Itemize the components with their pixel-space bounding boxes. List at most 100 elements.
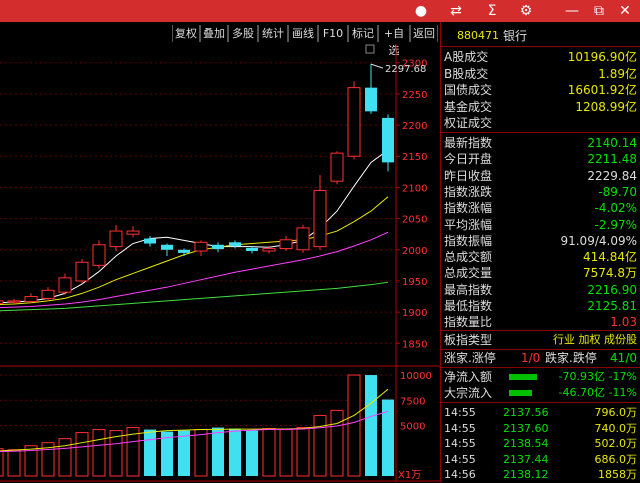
index-info-row: 指数涨跌 -89.70 xyxy=(441,184,640,200)
candle-body xyxy=(296,227,310,251)
index-info-row-value: 7574.8万 xyxy=(583,266,637,281)
turnover-row-label: 基金成交 xyxy=(444,99,493,114)
transfer-icon[interactable]: ⇄ xyxy=(447,2,465,20)
volume-unit-label: X1万 xyxy=(398,470,421,481)
flow-value: -46.70亿 xyxy=(558,386,605,399)
index-info-row-label: 最新指数 xyxy=(444,136,493,150)
volume-ma-line xyxy=(0,388,389,452)
circle-logo-icon[interactable]: ● xyxy=(412,2,430,20)
candle-body xyxy=(41,289,55,299)
turnover-row: 基金成交 1208.99亿 xyxy=(441,99,640,115)
flow-value: -70.93亿 xyxy=(558,370,605,383)
price-tick-label: 2250 xyxy=(402,90,427,101)
ma-line xyxy=(0,149,389,304)
candle-body xyxy=(144,238,156,244)
volume-bar xyxy=(75,432,89,477)
overlay-button[interactable]: 叠加 xyxy=(200,25,228,42)
draw-line-button[interactable]: 画线 xyxy=(288,25,318,42)
rise-label: 涨家.涨停 xyxy=(444,351,496,365)
index-info-row: 指数量比 1.03 xyxy=(441,314,640,330)
candle-body xyxy=(178,249,190,253)
tick-row: 14:55 2138.54 502.0万 xyxy=(441,436,640,452)
index-info-row-label: 指数振幅 xyxy=(444,233,493,248)
price-tick-label: 2050 xyxy=(402,215,427,226)
price-tick-label: 2200 xyxy=(402,121,427,132)
capital-flow-row: 净流入额 -70.93亿 -17% xyxy=(441,369,640,385)
index-type-value: 行业 加权 成份股 xyxy=(553,333,637,346)
index-info-row-value: 2125.81 xyxy=(587,299,637,313)
index-info-row-label: 今日开盘 xyxy=(444,152,493,167)
sigma-icon[interactable]: Σ xyxy=(483,2,501,20)
volume-bar xyxy=(7,449,21,477)
index-info-row-value: 2140.14 xyxy=(587,136,637,150)
candle-body xyxy=(126,230,140,235)
title-bar: ● ⇄ Σ ⚙ — ⧉ ✕ xyxy=(0,0,640,22)
volume-bar xyxy=(178,430,190,476)
fall-value: 41/0 xyxy=(610,351,637,365)
statistics-button[interactable]: 统计 xyxy=(258,25,288,42)
turnover-row: 权证成交 xyxy=(441,115,640,131)
tick-volume: 1858万 xyxy=(598,468,637,481)
volume-bar xyxy=(313,414,327,477)
volume-bar xyxy=(296,427,310,477)
turnover-row-value: 16601.92亿 xyxy=(567,83,637,97)
index-info-row: 最高指数 2216.90 xyxy=(441,282,640,298)
gear-icon[interactable]: ⚙ xyxy=(517,2,535,20)
fuquan-button[interactable]: 复权 xyxy=(172,25,200,42)
divider xyxy=(441,367,640,368)
index-info-row-label: 指数涨跌 xyxy=(444,184,493,199)
ma-line xyxy=(0,231,389,309)
tick-time: 14:55 xyxy=(444,437,476,450)
volume-bar xyxy=(194,429,208,477)
index-info-row: 总成交量 7574.8万 xyxy=(441,265,640,281)
capital-flow-row: 大宗流入 -46.70亿 -11% xyxy=(441,385,640,401)
chart-toolbar: 复权 叠加 多股 统计 画线 F10 标记 +自选 返回 xyxy=(0,25,438,57)
candle-body xyxy=(246,247,258,252)
volume-tick-label: 10000 xyxy=(400,371,432,382)
rise-value: 1/0 xyxy=(521,351,541,365)
index-info-row-value: -89.70 xyxy=(598,184,637,199)
tick-time: 14:55 xyxy=(444,452,476,466)
index-info-row-value: 414.84亿 xyxy=(583,250,637,265)
turnover-row-label: 权证成交 xyxy=(444,116,493,130)
price-tick-label: 2100 xyxy=(402,183,427,194)
index-info-row-value: -4.02% xyxy=(594,201,637,216)
volume-bar xyxy=(330,409,344,477)
volume-bar xyxy=(144,429,156,476)
close-icon[interactable]: ✕ xyxy=(616,2,634,20)
flow-pct: -11% xyxy=(608,386,637,399)
index-info-row-value: 2216.90 xyxy=(587,282,637,297)
add-watchlist-button[interactable]: +自选 xyxy=(378,25,410,57)
index-info-row-value: -2.97% xyxy=(594,217,637,232)
turnover-row: B股成交 1.89亿 xyxy=(441,66,640,82)
index-info-row-value: 2211.48 xyxy=(587,152,637,167)
index-info-row: 平均涨幅 -2.97% xyxy=(441,217,640,233)
chart-option-icon xyxy=(365,44,375,54)
mark-button[interactable]: 标记 xyxy=(348,25,378,42)
flow-bar xyxy=(509,374,537,380)
candle-body xyxy=(194,241,208,252)
flow-label: 净流入额 xyxy=(444,370,493,384)
volume-bar xyxy=(92,429,106,477)
volume-bar xyxy=(212,427,224,476)
price-tick-label: 2150 xyxy=(402,152,427,163)
index-info-row-label: 昨日收盘 xyxy=(444,168,493,183)
divider xyxy=(441,402,640,403)
candle-body xyxy=(58,277,72,293)
kline-chart[interactable]: 1850190019502000205021002150220022502300… xyxy=(0,44,440,482)
multi-stock-button[interactable]: 多股 xyxy=(228,25,258,42)
minimize-icon[interactable]: — xyxy=(563,2,581,20)
index-info-row-value: 2229.84 xyxy=(587,168,637,183)
turnover-row-label: 国债成交 xyxy=(444,83,493,97)
candle-body xyxy=(7,300,21,303)
tick-time: 14:56 xyxy=(444,468,476,481)
tick-row: 14:55 2137.56 796.0万 xyxy=(441,405,640,421)
tick-row: 14:55 2137.60 740.0万 xyxy=(441,421,640,437)
f10-button[interactable]: F10 xyxy=(318,25,348,42)
tick-time: 14:55 xyxy=(444,421,476,435)
index-info-row: 今日开盘 2211.48 xyxy=(441,151,640,167)
candle-body xyxy=(365,87,377,112)
back-button[interactable]: 返回 xyxy=(410,25,438,42)
restore-icon[interactable]: ⧉ xyxy=(590,2,608,20)
candle-body xyxy=(382,117,394,163)
